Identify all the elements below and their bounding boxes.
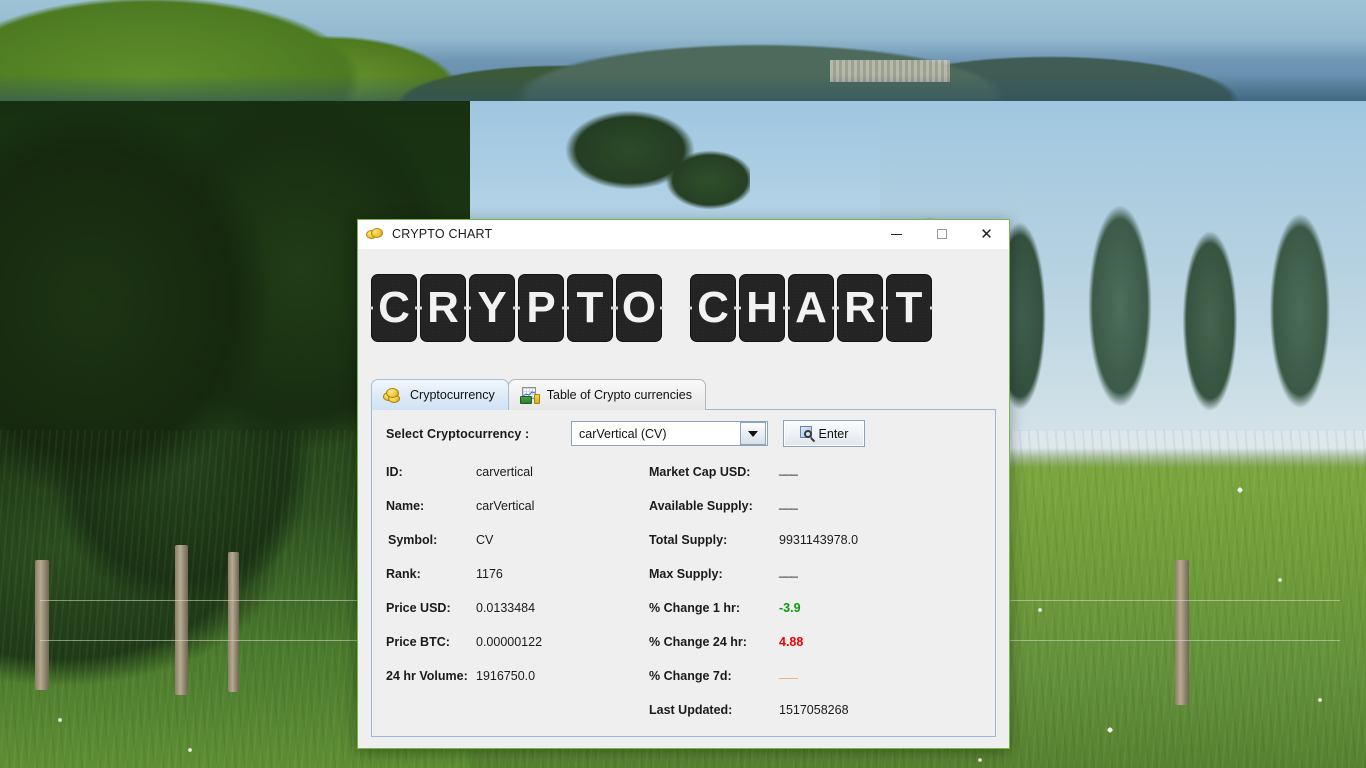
field-label-max-supply: Max Supply: — [649, 567, 723, 581]
field-value-24hr-volume: 1916750.0 — [476, 669, 535, 683]
banner-tile: T — [567, 274, 613, 342]
field-value-available-supply: ___ — [779, 496, 797, 510]
field-label-total-supply: Total Supply: — [649, 533, 727, 547]
field-label-last-updated: Last Updated: — [649, 703, 732, 717]
banner-letter: P — [526, 286, 555, 330]
coins-icon — [366, 227, 384, 241]
tab-cryptocurrency[interactable]: Cryptocurrency — [371, 379, 509, 410]
details-grid: ID: carvertical Name: carVertical Symbol… — [372, 458, 995, 736]
field-label-available-supply: Available Supply: — [649, 499, 753, 513]
banner-tile: C — [371, 274, 417, 342]
fence-post — [175, 545, 188, 695]
fence-post — [228, 552, 239, 692]
banner-tile: R — [420, 274, 466, 342]
maximize-icon[interactable] — [919, 220, 964, 249]
field-value-rank: 1176 — [476, 567, 503, 581]
banner-letter: R — [427, 286, 459, 330]
field-label-market-cap-usd: Market Cap USD: — [649, 465, 750, 479]
magnifier-icon — [800, 426, 815, 441]
field-label-change-1hr: % Change 1 hr: — [649, 601, 740, 615]
field-label-change-7d: % Change 7d: — [649, 669, 732, 683]
banner-letter: A — [795, 286, 827, 330]
chart-money-icon — [520, 387, 540, 404]
field-value-change-1hr: -3.9 — [779, 601, 801, 615]
field-value-change-7d: ___ — [779, 666, 797, 680]
field-label-rank: Rank: — [386, 567, 421, 581]
banner-tile: P — [518, 274, 564, 342]
crypto-chart-window: CRYPTO CHART ✕ C R Y P T O C H A R T — [357, 219, 1010, 749]
cryptocurrency-select[interactable]: carVertical (CV) — [571, 421, 768, 446]
banner-letter: Y — [477, 286, 506, 330]
tab-bar: Cryptocurrency Table of Crypto currencie… — [371, 379, 706, 410]
banner-tile: R — [837, 274, 883, 342]
cryptocurrency-select-value: carVertical (CV) — [572, 427, 740, 441]
field-value-price-usd: 0.0133484 — [476, 601, 535, 615]
field-value-name: carVertical — [476, 499, 534, 513]
banner-tile: A — [788, 274, 834, 342]
field-label-price-usd: Price USD: — [386, 601, 451, 615]
field-label-symbol: Symbol: — [388, 533, 437, 547]
enter-button[interactable]: Enter — [783, 420, 865, 447]
banner-letter: C — [378, 286, 410, 330]
banner-letter: R — [844, 286, 876, 330]
banner-tile: H — [739, 274, 785, 342]
chevron-down-icon[interactable] — [740, 422, 766, 445]
field-value-id: carvertical — [476, 465, 533, 479]
fence-post — [1175, 560, 1189, 705]
window-controls: ✕ — [874, 220, 1009, 249]
coins-icon — [383, 387, 403, 404]
field-label-change-24hr: % Change 24 hr: — [649, 635, 747, 649]
selector-row: Select Cryptocurrency : carVertical (CV)… — [372, 410, 995, 458]
field-label-24hr-volume: 24 hr Volume: — [386, 669, 468, 683]
banner-letter: C — [697, 286, 729, 330]
tab-table-of-crypto-currencies[interactable]: Table of Crypto currencies — [508, 379, 706, 410]
field-value-price-btc: 0.00000122 — [476, 635, 542, 649]
cryptocurrency-panel: Select Cryptocurrency : carVertical (CV)… — [371, 409, 996, 737]
window-client-area: C R Y P T O C H A R T — [358, 249, 1009, 748]
window-title: CRYPTO CHART — [392, 227, 492, 241]
banner-tile: O — [616, 274, 662, 342]
field-value-symbol: CV — [476, 533, 493, 547]
field-label-price-btc: Price BTC: — [386, 635, 450, 649]
banner-tile: T — [886, 274, 932, 342]
enter-button-label: Enter — [819, 427, 849, 441]
town-detail — [830, 60, 950, 82]
field-label-id: ID: — [386, 465, 403, 479]
banner-letter: H — [746, 286, 778, 330]
wallpaper-top-strip — [0, 0, 1366, 101]
field-value-last-updated: 1517058268 — [779, 703, 849, 717]
tab-label: Table of Crypto currencies — [547, 388, 692, 402]
banner-space — [665, 274, 687, 342]
field-value-market-cap-usd: ___ — [779, 462, 797, 476]
tab-label: Cryptocurrency — [410, 388, 495, 402]
field-value-max-supply: ___ — [779, 564, 797, 578]
window-titlebar[interactable]: CRYPTO CHART ✕ — [358, 220, 1009, 249]
select-cryptocurrency-label: Select Cryptocurrency : — [386, 427, 529, 441]
desktop: CRYPTO CHART ✕ C R Y P T O C H A R T — [0, 0, 1366, 768]
banner-letter: T — [896, 286, 923, 330]
app-banner: C R Y P T O C H A R T — [371, 274, 932, 342]
minimize-icon[interactable] — [874, 220, 919, 249]
field-value-total-supply: 9931143978.0 — [779, 533, 858, 547]
field-label-name: Name: — [386, 499, 424, 513]
banner-tile: Y — [469, 274, 515, 342]
close-icon[interactable]: ✕ — [964, 220, 1009, 249]
field-value-change-24hr: 4.88 — [779, 635, 803, 649]
banner-letter: T — [577, 286, 604, 330]
banner-tile: C — [690, 274, 736, 342]
fence-post — [35, 560, 49, 690]
banner-letter: O — [622, 286, 656, 330]
